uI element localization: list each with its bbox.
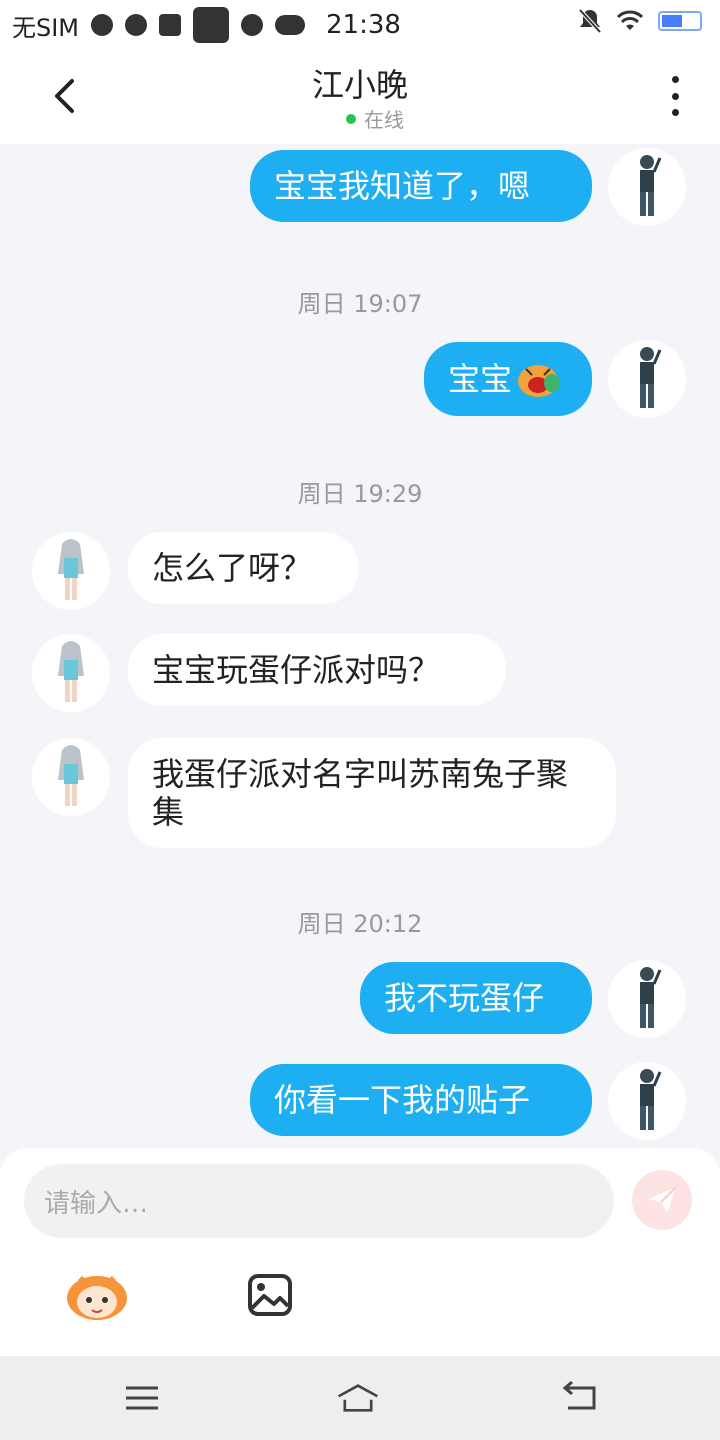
message-list[interactable]: 宝宝我知道了，嗯 周日 19:07 宝宝 周日 19:29 怎么了呀？ 宝宝玩蛋…: [0, 144, 720, 1148]
message-input[interactable]: 请输入…: [24, 1164, 614, 1238]
wifi-icon: [616, 10, 644, 30]
app-icon: [193, 7, 230, 43]
incoming-message[interactable]: 我蛋仔派对名字叫苏南兔子聚集: [128, 738, 616, 848]
home-button[interactable]: [336, 1378, 386, 1418]
browser-icon: [91, 14, 114, 36]
send-button[interactable]: [632, 1170, 692, 1230]
online-dot-icon: [346, 113, 356, 124]
carrier-label: 无SIM: [12, 13, 80, 42]
my-avatar[interactable]: [608, 1062, 686, 1140]
timestamp: 周日 20:12: [297, 910, 423, 938]
status-bar: 无SIM 21:38: [0, 0, 720, 50]
more-dot: [671, 92, 679, 100]
sticker-face-icon: [67, 1275, 127, 1320]
music-icon: [241, 14, 264, 36]
message-text: 宝宝: [448, 360, 513, 398]
my-avatar[interactable]: [608, 148, 686, 226]
incoming-message[interactable]: 宝宝玩蛋仔派对吗？: [128, 634, 506, 706]
my-avatar[interactable]: [608, 340, 686, 418]
timestamp: 周日 19:29: [297, 480, 423, 508]
outgoing-message[interactable]: 宝宝我知道了，嗯: [250, 150, 592, 222]
back-nav-button[interactable]: [558, 1378, 602, 1418]
contact-avatar[interactable]: [32, 532, 110, 610]
contact-avatar[interactable]: [32, 738, 110, 816]
image-button[interactable]: [246, 1272, 294, 1318]
outgoing-message[interactable]: 宝宝: [424, 342, 592, 416]
cloud-icon: [275, 15, 306, 35]
status-left: 无SIM: [12, 7, 306, 43]
timestamp: 周日 19:07: [297, 290, 423, 318]
chat-header: 江小晚 在线: [0, 50, 720, 144]
menu-button[interactable]: [120, 1378, 164, 1418]
app-icon: [159, 14, 182, 36]
contact-avatar[interactable]: [32, 634, 110, 712]
more-dot: [671, 76, 679, 83]
outgoing-message[interactable]: 我不玩蛋仔: [360, 962, 592, 1034]
my-avatar[interactable]: [608, 960, 686, 1038]
more-dot: [671, 109, 679, 116]
menu-icon: [126, 1386, 158, 1410]
online-status: 在线: [346, 104, 404, 133]
outgoing-message[interactable]: 你看一下我的贴子: [250, 1064, 592, 1136]
bell-muted-icon: [578, 8, 602, 34]
online-label: 在线: [364, 108, 404, 132]
send-icon: [648, 1186, 677, 1213]
battery-icon: [658, 11, 702, 31]
image-icon: [248, 1274, 292, 1316]
emoji-button[interactable]: [60, 1268, 134, 1322]
palette-icon: [125, 14, 148, 36]
clock: 21:38: [326, 10, 401, 40]
contact-name: 江小晚: [311, 66, 408, 104]
composer: 请输入…: [0, 1148, 720, 1356]
home-icon: [338, 1384, 378, 1412]
more-options-button[interactable]: [660, 76, 690, 116]
incoming-message[interactable]: 怎么了呀？: [128, 532, 358, 604]
return-icon: [562, 1380, 596, 1410]
status-right: [578, 8, 702, 34]
angry-emoji-icon: [518, 365, 561, 397]
system-navigation-bar: [0, 1356, 720, 1440]
